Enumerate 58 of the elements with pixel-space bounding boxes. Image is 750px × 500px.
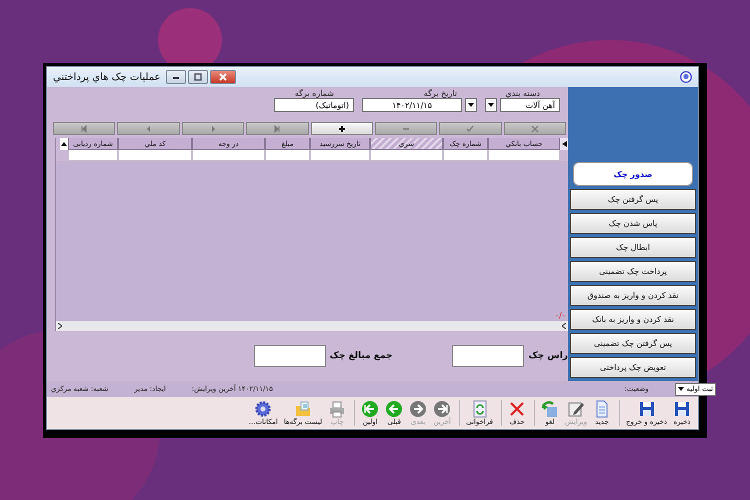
sidebar-button[interactable]: تعویض چک پرداختی [570, 357, 696, 378]
sidebar-button[interactable]: پاس شدن چک [570, 213, 696, 234]
table-cell [488, 150, 560, 161]
delete-icon [508, 400, 526, 418]
window-title: عمليات چک هاي پرداختني [53, 72, 160, 82]
table-cell [310, 150, 370, 161]
undo-icon [540, 400, 559, 418]
sidebar-button[interactable]: صدور چک [573, 162, 693, 186]
first-record-icon [79, 124, 90, 132]
printer-icon [328, 400, 346, 418]
last-record-icon [272, 124, 282, 132]
field-label: تاریخ برگه [422, 89, 458, 98]
sidebar-button[interactable]: نقد کردن و واریز به صندوق [570, 285, 696, 306]
caret-icon [468, 103, 474, 107]
sidebar-button[interactable]: پس گرفتن چک تضمینی [570, 333, 696, 354]
input-field[interactable]: ۱۴۰۲/۱۱/۱۵ [362, 98, 462, 112]
table-cell [443, 150, 488, 161]
sidebar-button[interactable]: پس گرفتن چک [570, 189, 696, 210]
caret-icon [678, 387, 684, 391]
field-label: دسته بندي [504, 89, 541, 98]
close-icon [218, 73, 228, 81]
folder-icon [294, 400, 312, 418]
edit-icon [566, 400, 585, 418]
field-label: شماره برگه [294, 89, 335, 98]
scroll-right-icon[interactable] [58, 323, 62, 329]
x-icon [530, 124, 540, 132]
scroll-left-icon[interactable] [562, 323, 566, 329]
caret-icon [488, 103, 494, 107]
input-field[interactable] [452, 345, 524, 367]
navigator-button[interactable] [310, 122, 373, 135]
maximize-icon [193, 73, 204, 81]
gear-icon [254, 400, 272, 418]
sidebar-button[interactable]: ابطال چک [570, 237, 696, 258]
first-record-icon [361, 400, 380, 418]
maximize-button[interactable] [188, 70, 208, 84]
plus-icon [336, 124, 347, 132]
next-record-icon [409, 400, 428, 418]
minimize-button[interactable] [166, 70, 186, 84]
input-field[interactable]: آهن آلات [500, 98, 560, 112]
close-button[interactable] [210, 70, 236, 84]
refresh-icon [470, 400, 489, 418]
previous-record-icon [385, 400, 404, 418]
scroll-up-icon[interactable] [61, 142, 67, 146]
dropdown-button[interactable] [465, 98, 477, 112]
record-counter: ۰/۰ [554, 311, 567, 321]
last-record-icon [433, 400, 452, 418]
checkmark-icon [465, 124, 476, 132]
table-cell [265, 150, 310, 161]
app-icon [680, 71, 692, 83]
total-label: جمع مبالغ چک [330, 351, 392, 361]
horizontal-scrollbar[interactable] [56, 321, 568, 331]
sidebar-button[interactable]: پرداخت چک تضمینی [570, 261, 696, 282]
dropdown-button[interactable] [485, 98, 497, 112]
table-cell [68, 150, 118, 161]
sidebar-button[interactable]: نقد کردن و واریز به بانک [570, 309, 696, 330]
total-label: راس چک [528, 351, 568, 361]
input-field[interactable]: (اتوماتیک) [274, 98, 354, 112]
input-field[interactable] [254, 345, 326, 367]
